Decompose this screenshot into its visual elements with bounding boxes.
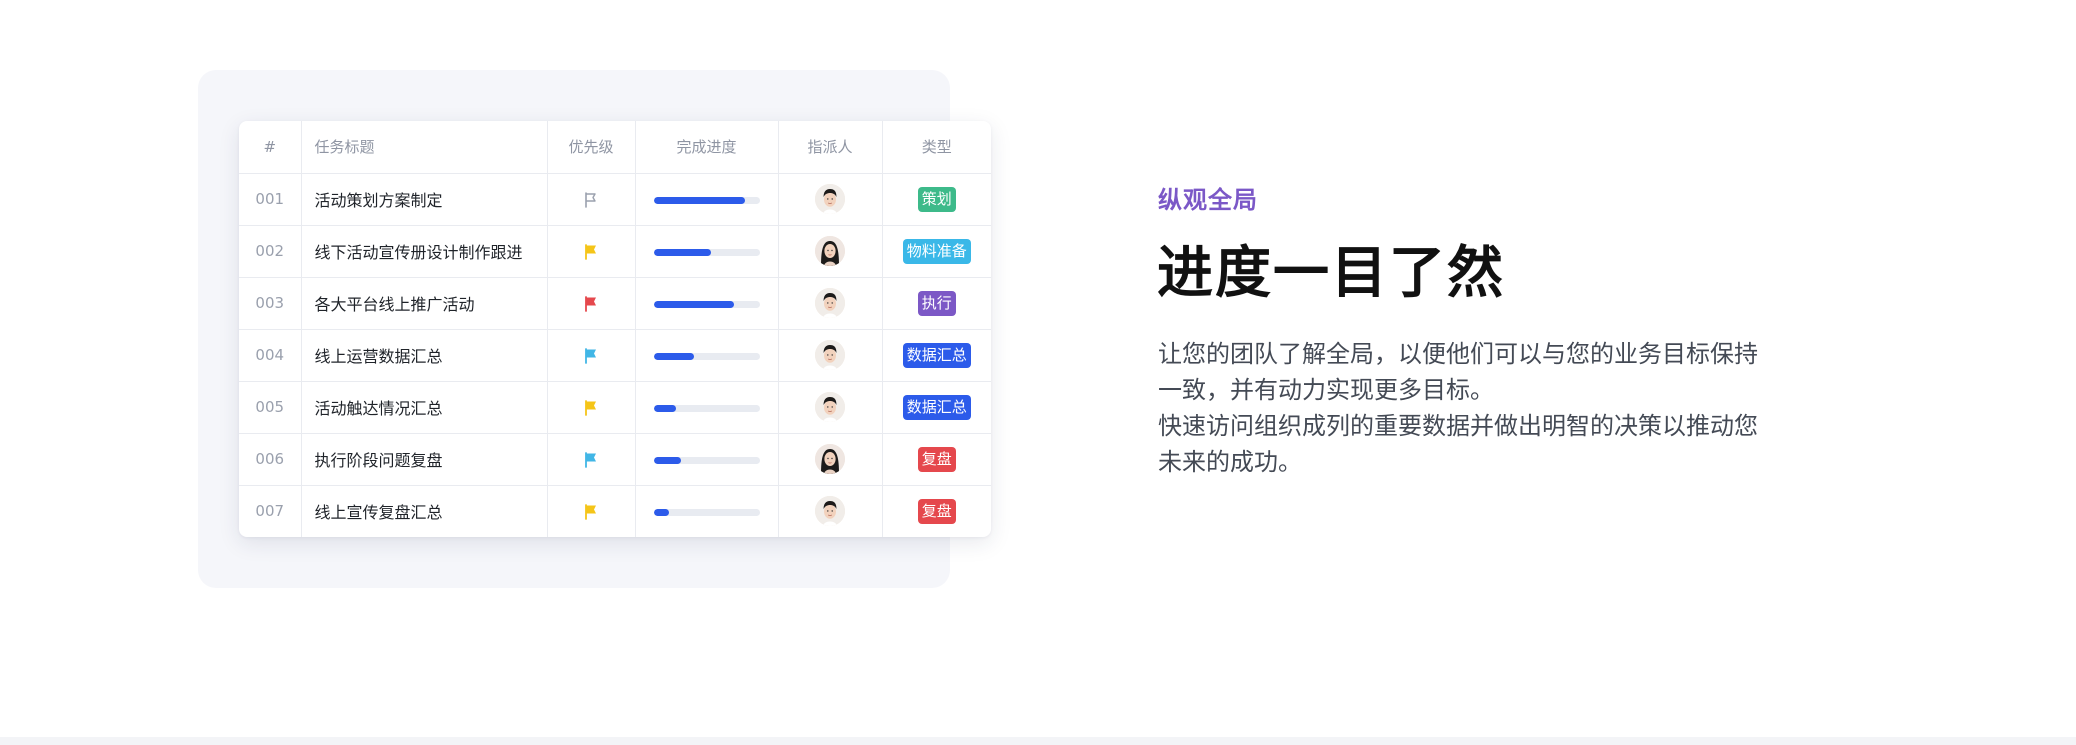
priority-cell[interactable]	[547, 433, 636, 486]
description-line-2: 快速访问组织成列的重要数据并做出明智的决策以推动您未来的成功。	[1158, 412, 1758, 476]
progress-cell	[635, 329, 779, 382]
task-row[interactable]: 004 线上运营数据汇总 数据汇总	[239, 329, 991, 382]
task-row[interactable]: 003 各大平台线上推广活动 执行	[239, 277, 991, 330]
progress-cell	[635, 277, 779, 330]
priority-flag-icon[interactable]	[582, 347, 600, 365]
progress-bar	[653, 352, 760, 360]
task-title[interactable]: 各大平台线上推广活动	[301, 277, 548, 330]
header-assignee[interactable]: 指派人	[778, 121, 883, 174]
progress-bar	[653, 196, 760, 204]
progress-fill	[653, 456, 682, 464]
header-task-title[interactable]: 任务标题	[301, 121, 548, 174]
priority-cell[interactable]	[547, 485, 636, 537]
type-tag[interactable]: 数据汇总	[902, 342, 971, 368]
assignee-cell[interactable]	[778, 381, 883, 434]
type-tag[interactable]: 数据汇总	[902, 394, 971, 420]
assignee-avatar[interactable]	[815, 496, 845, 527]
type-tag[interactable]: 策划	[917, 186, 956, 212]
assignee-avatar[interactable]	[815, 392, 845, 422]
assignee-cell[interactable]	[778, 485, 883, 537]
task-row[interactable]: 001 活动策划方案制定 策划	[239, 173, 991, 226]
bottom-divider	[0, 737, 2076, 745]
type-cell: 数据汇总	[882, 381, 991, 434]
task-number: 005	[239, 381, 302, 434]
assignee-cell[interactable]	[778, 277, 883, 330]
priority-cell[interactable]	[547, 381, 636, 434]
priority-flag-icon[interactable]	[582, 503, 600, 521]
task-number: 004	[239, 329, 302, 382]
type-cell: 执行	[882, 277, 991, 330]
task-number: 006	[239, 433, 302, 486]
task-table: # 任务标题 优先级 完成进度 指派人 类型 001 活动策划方案制定 策划 002 线…	[239, 121, 991, 537]
task-row[interactable]: 002 线下活动宣传册设计制作跟进 物料准备	[239, 225, 991, 278]
priority-flag-icon[interactable]	[582, 451, 600, 469]
progress-bar	[653, 404, 760, 412]
progress-cell	[635, 485, 779, 537]
section-eyebrow: 纵观全局	[1158, 186, 1258, 214]
progress-fill	[653, 248, 711, 256]
task-title[interactable]: 活动策划方案制定	[301, 173, 548, 226]
task-title[interactable]: 线上运营数据汇总	[301, 329, 548, 382]
task-row[interactable]: 006 执行阶段问题复盘 复盘	[239, 433, 991, 486]
progress-fill	[653, 300, 735, 308]
type-tag[interactable]: 执行	[917, 290, 956, 316]
task-title[interactable]: 线下活动宣传册设计制作跟进	[301, 225, 548, 278]
task-number: 002	[239, 225, 302, 278]
priority-cell[interactable]	[547, 329, 636, 382]
description-line-1: 让您的团队了解全局，以便他们可以与您的业务目标保持一致，并有动力实现更多目标。	[1158, 340, 1758, 404]
header-progress[interactable]: 完成进度	[635, 121, 779, 174]
assignee-avatar[interactable]	[815, 444, 845, 474]
progress-cell	[635, 173, 779, 226]
type-cell: 策划	[882, 173, 991, 226]
progress-cell	[635, 225, 779, 278]
task-row[interactable]: 005 活动触达情况汇总 数据汇总	[239, 381, 991, 434]
task-row[interactable]: 007 线上宣传复盘汇总 复盘	[239, 485, 991, 537]
assignee-avatar[interactable]	[815, 184, 845, 214]
progress-fill	[653, 508, 670, 516]
table-header-row: # 任务标题 优先级 完成进度 指派人 类型	[239, 121, 991, 174]
assignee-avatar[interactable]	[815, 236, 845, 266]
progress-bar	[653, 508, 760, 516]
priority-flag-icon[interactable]	[582, 295, 600, 313]
task-number: 001	[239, 173, 302, 226]
assignee-cell[interactable]	[778, 329, 883, 382]
section-headline: 进度一目了然	[1157, 241, 1505, 306]
assignee-cell[interactable]	[778, 433, 883, 486]
type-tag[interactable]: 物料准备	[902, 238, 971, 264]
priority-cell[interactable]	[547, 225, 636, 278]
progress-fill	[653, 404, 676, 412]
progress-bar	[653, 300, 760, 308]
type-cell: 数据汇总	[882, 329, 991, 382]
priority-flag-icon[interactable]	[582, 191, 600, 209]
assignee-avatar[interactable]	[815, 288, 845, 318]
priority-cell[interactable]	[547, 173, 636, 226]
type-cell: 物料准备	[882, 225, 991, 278]
priority-flag-icon[interactable]	[582, 243, 600, 261]
assignee-cell[interactable]	[778, 225, 883, 278]
task-title[interactable]: 执行阶段问题复盘	[301, 433, 548, 486]
assignee-avatar[interactable]	[815, 340, 845, 370]
progress-fill	[653, 352, 694, 360]
section-description: 让您的团队了解全局，以便他们可以与您的业务目标保持一致，并有动力实现更多目标。 …	[1158, 336, 1768, 480]
priority-cell[interactable]	[547, 277, 636, 330]
type-cell: 复盘	[882, 485, 991, 537]
task-title[interactable]: 活动触达情况汇总	[301, 381, 548, 434]
header-type[interactable]: 类型	[882, 121, 991, 174]
assignee-cell[interactable]	[778, 173, 883, 226]
type-tag[interactable]: 复盘	[917, 498, 956, 524]
progress-bar	[653, 248, 760, 256]
task-number: 007	[239, 485, 302, 537]
progress-fill	[653, 196, 745, 204]
header-number[interactable]: #	[239, 121, 302, 174]
progress-bar	[653, 456, 760, 464]
type-tag[interactable]: 复盘	[917, 446, 956, 472]
type-cell: 复盘	[882, 433, 991, 486]
priority-flag-icon[interactable]	[582, 399, 600, 417]
task-table-card: # 任务标题 优先级 完成进度 指派人 类型 001 活动策划方案制定 策划 002 线…	[239, 121, 991, 537]
header-priority[interactable]: 优先级	[547, 121, 636, 174]
task-title[interactable]: 线上宣传复盘汇总	[301, 485, 548, 537]
progress-cell	[635, 381, 779, 434]
task-number: 003	[239, 277, 302, 330]
progress-cell	[635, 433, 779, 486]
